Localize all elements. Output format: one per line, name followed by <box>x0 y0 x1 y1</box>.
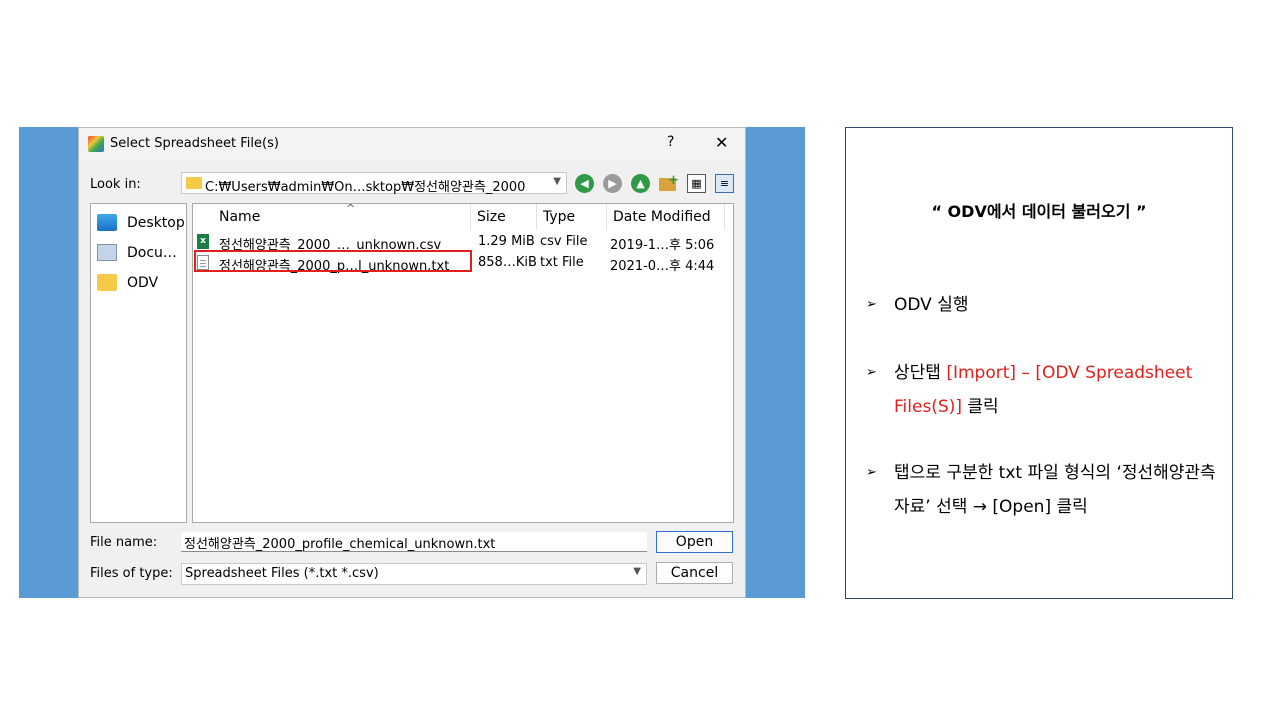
list-view-icon[interactable]: ▦ <box>687 174 706 193</box>
look-in-path: C:₩Users₩admin₩On…sktop₩정선해양관측_2000 <box>205 180 526 195</box>
close-button[interactable]: ✕ <box>715 133 728 152</box>
step-2-text: 상단탭 [Import] – [ODV Spreadsheet Files(S)… <box>894 356 1219 424</box>
bullet-arrow-icon: ➢ <box>866 465 877 480</box>
file-size-cell: 1.29 MiB <box>478 234 535 249</box>
folder-icon <box>97 274 117 291</box>
step-2-suffix: 클릭 <box>962 397 999 417</box>
column-header-label: Size <box>477 209 506 225</box>
sidebar-item-label: ODV <box>127 275 159 291</box>
look-in-combo[interactable]: C:₩Users₩admin₩On…sktop₩정선해양관측_2000 ▼ <box>181 172 567 195</box>
chevron-down-icon: ▼ <box>633 566 641 577</box>
desktop-icon <box>97 214 117 231</box>
open-button[interactable]: Open <box>656 531 733 553</box>
title-bar: Select Spreadsheet File(s) ? ✕ <box>79 128 745 160</box>
file-name-label: File name: <box>90 535 158 550</box>
column-header-label: Name <box>219 209 261 225</box>
sort-caret-icon: ^ <box>346 202 356 215</box>
file-type-cell: txt File <box>540 255 584 270</box>
step-3-text: 탭으로 구분한 txt 파일 형식의 ‘정선해양관측자료’ 선택 → [Open… <box>894 463 1216 517</box>
file-type-select[interactable]: Spreadsheet Files (*.txt *.csv) ▼ <box>181 563 647 585</box>
new-folder-icon[interactable]: + <box>659 173 679 192</box>
cancel-button[interactable]: Cancel <box>656 562 733 584</box>
file-date-cell: 2021-0…후 4:44 <box>610 259 715 274</box>
selection-highlight-box <box>194 250 472 272</box>
step-2-prefix: 상단탭 <box>894 363 947 383</box>
up-arrow-icon[interactable]: ▲ <box>631 174 650 193</box>
back-arrow-icon[interactable]: ◀ <box>575 174 594 193</box>
csv-file-icon: x <box>197 234 209 249</box>
bullet-arrow-icon: ➢ <box>866 365 877 380</box>
column-header-size[interactable]: Size <box>471 204 537 230</box>
places-sidebar: Desktop Docu… ODV <box>90 203 187 523</box>
odv-app-icon <box>88 136 104 152</box>
column-header-date[interactable]: Date Modified <box>607 204 725 230</box>
panel-title: “ ODV에서 데이터 불러오기 ” <box>931 202 1147 221</box>
look-in-label: Look in: <box>90 177 141 192</box>
folder-icon <box>186 177 202 189</box>
file-name-input[interactable]: 정선해양관측_2000_profile_chemical_unknown.txt <box>181 532 647 552</box>
column-header-label: Date Modified <box>613 209 711 225</box>
column-header-label: Type <box>543 209 576 225</box>
chevron-down-icon: ▼ <box>553 176 561 187</box>
help-button[interactable]: ? <box>667 134 674 150</box>
forward-arrow-icon[interactable]: ▶ <box>603 174 622 193</box>
file-date-cell: 2019-1…후 5:06 <box>610 238 715 253</box>
bullet-arrow-icon: ➢ <box>866 297 877 312</box>
documents-icon <box>97 244 117 261</box>
plus-icon: + <box>668 173 679 188</box>
detail-view-icon[interactable]: ≡ <box>715 174 734 193</box>
file-type-value: Spreadsheet Files (*.txt *.csv) <box>185 566 379 581</box>
sidebar-item-label: Docu… <box>127 245 177 261</box>
file-size-cell: 858…KiB <box>478 255 537 270</box>
column-header-name[interactable]: Name ^ <box>213 202 471 230</box>
select-spreadsheet-dialog: Select Spreadsheet File(s) ? ✕ Look in: … <box>78 127 746 598</box>
column-header-type[interactable]: Type <box>537 204 607 230</box>
table-row[interactable]: x 정선해양관측_2000_…_unknown.csv 1.29 MiB csv… <box>193 232 733 253</box>
sidebar-item-label: Desktop <box>127 215 185 231</box>
file-type-label: Files of type: <box>90 566 173 581</box>
instruction-panel: “ ODV에서 데이터 불러오기 ” ➢ ODV 실행 ➢ 상단탭 [Impor… <box>845 127 1233 599</box>
step-1-text: ODV 실행 <box>894 295 969 315</box>
file-type-cell: csv File <box>540 234 588 249</box>
dialog-title: Select Spreadsheet File(s) <box>110 136 279 151</box>
